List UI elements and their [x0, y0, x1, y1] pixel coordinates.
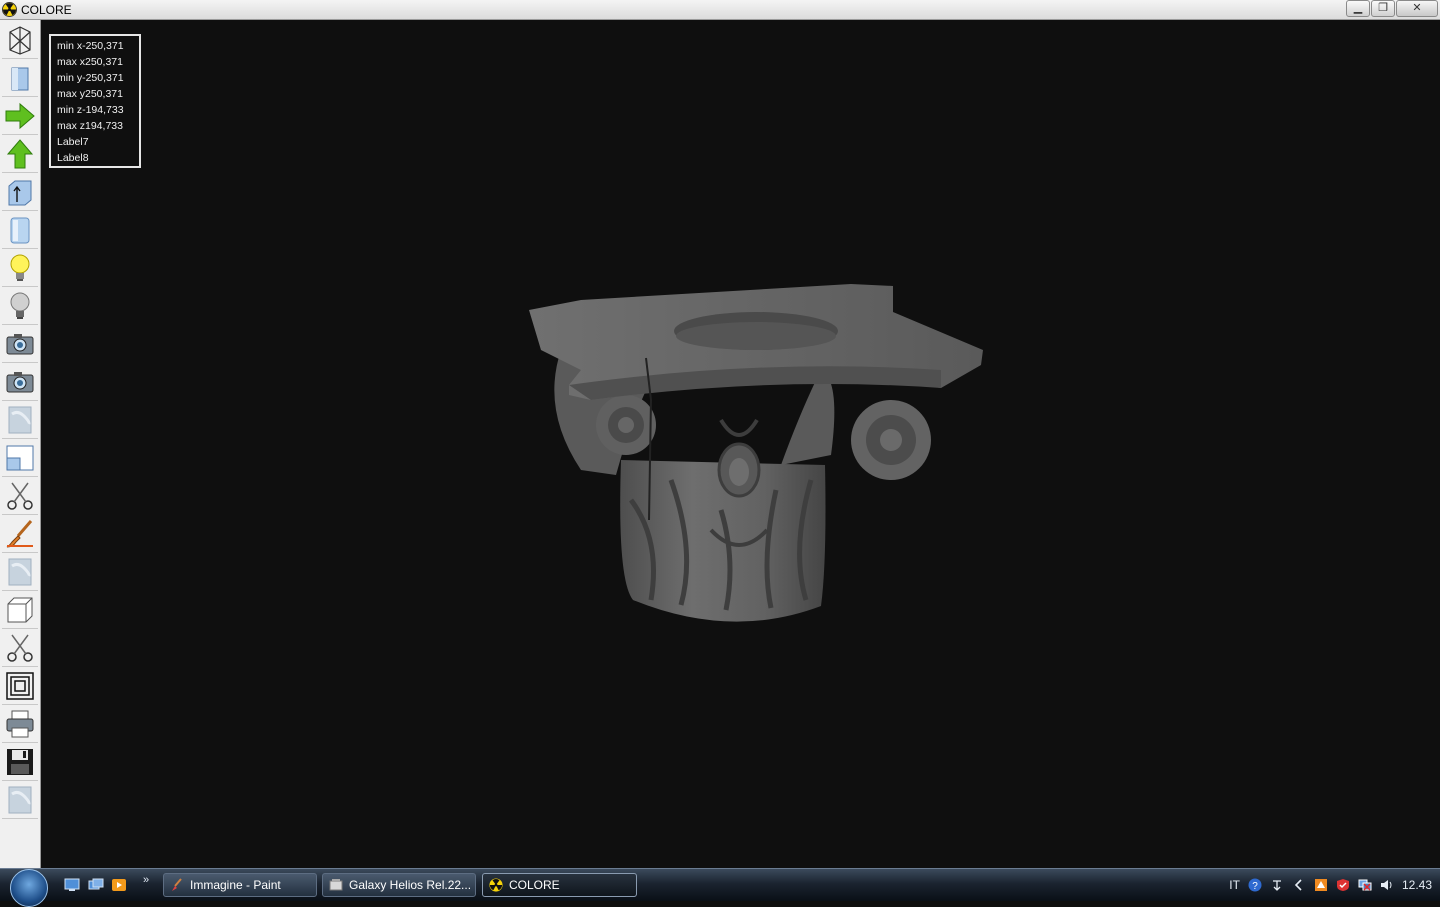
camera-icon [6, 334, 34, 355]
solid-cube-icon [11, 67, 29, 91]
tool-paint[interactable] [2, 516, 38, 553]
taskbar: » Immagine - Paint Galaxy Helios Rel.22.… [0, 868, 1440, 907]
save-disk-icon [7, 749, 33, 775]
bounds-info-panel: min x-250,371 max x250,371 min y-250,371… [49, 34, 141, 168]
show-desktop-icon[interactable] [64, 878, 80, 892]
svg-text:?: ? [1252, 881, 1258, 892]
language-bar-icon[interactable] [1270, 878, 1284, 892]
tool-texture[interactable] [2, 402, 38, 439]
min-y-label: min y-250,371 [57, 72, 124, 84]
tool-move-up[interactable] [2, 136, 38, 173]
scissors-icon [7, 482, 33, 510]
tool-light-on[interactable] [2, 250, 38, 287]
window-icon [6, 445, 34, 471]
3d-viewport[interactable]: min x-250,371 max x250,371 min y-250,371… [41, 20, 1440, 868]
help-icon[interactable]: ? [1248, 878, 1262, 892]
network-icon[interactable] [1358, 878, 1372, 892]
window-controls: ▁ ❐ ✕ [1346, 0, 1438, 17]
task-label: Immagine - Paint [190, 878, 281, 892]
tool-save[interactable] [2, 744, 38, 781]
wireframe-icon [9, 26, 31, 55]
tool-texture-2[interactable] [2, 554, 38, 591]
tool-camera[interactable] [2, 326, 38, 363]
max-x-label: max x250,371 [57, 56, 123, 68]
tool-outline[interactable] [2, 668, 38, 705]
tool-camera-2[interactable] [2, 364, 38, 401]
tool-cut-2[interactable] [2, 630, 38, 667]
max-z-label: max z194,733 [57, 120, 123, 132]
chevron-left-icon[interactable] [1292, 878, 1306, 892]
galaxy-app-icon [329, 879, 343, 891]
radiation-app-icon [489, 878, 503, 892]
shield-icon[interactable] [1336, 878, 1350, 892]
tool-window[interactable] [2, 440, 38, 477]
minimize-button[interactable]: ▁ [1346, 0, 1370, 17]
min-x-label: min x-250,371 [57, 40, 124, 52]
arrow-up-icon [6, 139, 34, 169]
box-icon [7, 597, 33, 623]
security-icon[interactable] [1314, 878, 1328, 892]
window-title: COLORE [21, 2, 72, 17]
cylinder-icon [10, 217, 30, 244]
tool-palette [0, 20, 41, 868]
tool-cut[interactable] [2, 478, 38, 515]
paint-brush-icon [6, 520, 33, 548]
task-galaxy-helios[interactable]: Galaxy Helios Rel.22... [322, 873, 476, 897]
tool-texture-3[interactable] [2, 782, 38, 819]
quick-launch-more[interactable]: » [143, 874, 149, 886]
concentric-square-icon [6, 672, 34, 700]
texture-icon [8, 406, 32, 434]
texture-3-icon [8, 786, 32, 814]
printer-icon [6, 710, 34, 738]
task-label: COLORE [509, 878, 560, 892]
task-paint[interactable]: Immagine - Paint [163, 873, 317, 897]
tool-cylinder[interactable] [2, 212, 38, 249]
close-button[interactable]: ✕ [1396, 0, 1438, 17]
start-button[interactable] [10, 869, 48, 907]
volume-icon[interactable] [1380, 878, 1394, 892]
label7: Label7 [57, 136, 89, 148]
paint-app-icon [172, 878, 182, 891]
task-label: Galaxy Helios Rel.22... [349, 878, 472, 892]
light-off-icon [10, 292, 30, 319]
scissors-2-icon [7, 634, 33, 662]
clock[interactable]: 12.43 [1402, 878, 1432, 892]
light-on-icon [10, 254, 30, 281]
tool-wireframe[interactable] [2, 22, 38, 59]
tool-print[interactable] [2, 706, 38, 743]
media-player-icon[interactable] [111, 878, 127, 892]
tool-move-right[interactable] [2, 98, 38, 135]
tool-light-off[interactable] [2, 288, 38, 325]
tool-solid[interactable] [2, 60, 38, 97]
label8: Label8 [57, 152, 89, 164]
restore-button[interactable]: ❐ [1371, 0, 1395, 17]
texture-2-icon [8, 558, 32, 586]
switch-windows-icon[interactable] [88, 878, 104, 892]
language-indicator[interactable]: IT [1229, 878, 1240, 892]
task-colore[interactable]: COLORE [482, 873, 637, 897]
title-bar: COLORE ▁ ❐ ✕ [0, 0, 1440, 20]
max-y-label: max y250,371 [57, 88, 123, 100]
arrow-right-icon [5, 102, 35, 130]
camera-2-icon [6, 372, 34, 393]
capital-3d-model[interactable] [521, 260, 1001, 630]
min-z-label: min z-194,733 [57, 104, 124, 116]
tool-box[interactable] [2, 592, 38, 629]
radiation-app-icon [2, 2, 17, 17]
tool-axis[interactable] [2, 174, 38, 211]
cube-axis-icon [8, 180, 32, 206]
system-tray: IT ? 12.43 [1229, 869, 1440, 901]
